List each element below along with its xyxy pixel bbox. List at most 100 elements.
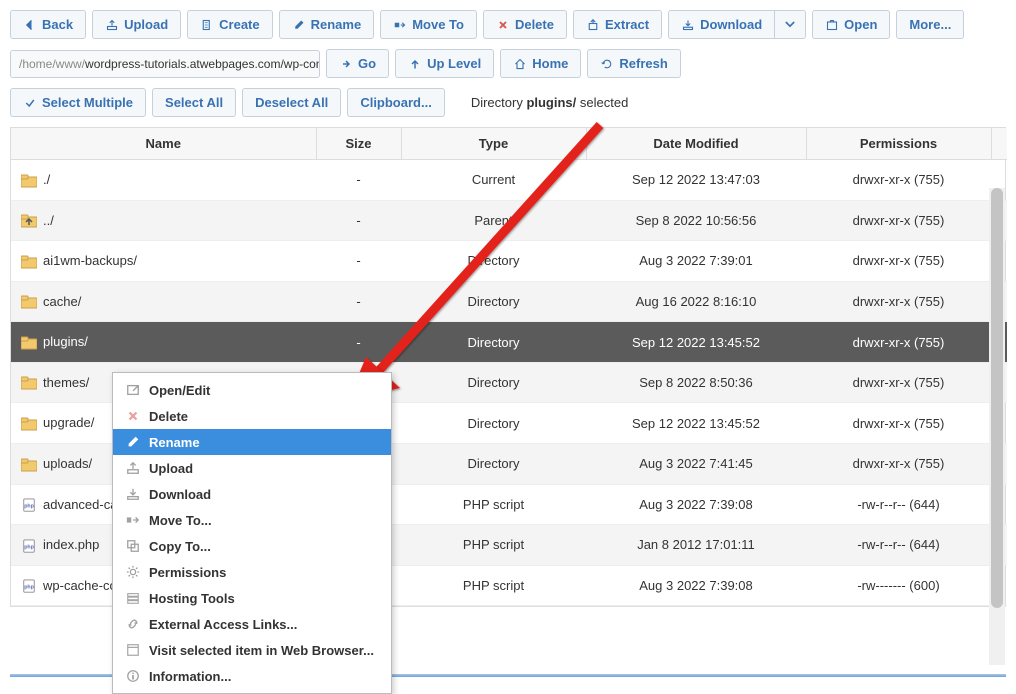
status-selected: plugins/ — [526, 95, 576, 110]
home-button[interactable]: Home — [500, 49, 581, 78]
create-icon — [200, 18, 214, 32]
ctx-upload[interactable]: Upload — [113, 455, 391, 481]
ctx-move[interactable]: Move To... — [113, 507, 391, 533]
select-all-button[interactable]: Select All — [152, 88, 236, 117]
scrollbar-track[interactable] — [989, 188, 1005, 665]
file-perms: drwxr-xr-x (755) — [806, 362, 991, 403]
file-perms: drwxr-xr-x (755) — [806, 281, 991, 322]
file-modified: Sep 12 2022 13:47:03 — [586, 160, 806, 201]
ctx-copy[interactable]: Copy To... — [113, 533, 391, 559]
delete-button[interactable]: Delete — [483, 10, 567, 39]
create-button[interactable]: Create — [187, 10, 272, 39]
file-modified: Aug 16 2022 8:16:10 — [586, 281, 806, 322]
svg-text:php: php — [24, 544, 34, 550]
download-button[interactable]: Download — [668, 10, 775, 39]
ctx-open[interactable]: Open/Edit — [113, 377, 391, 403]
move-to-button[interactable]: Move To — [380, 10, 477, 39]
go-button[interactable]: Go — [326, 49, 389, 78]
col-permissions[interactable]: Permissions — [806, 128, 991, 160]
rename-button[interactable]: Rename — [279, 10, 375, 39]
path-rest: wordpress-tutorials.atwebpages.com/wp-co… — [85, 57, 320, 71]
move-to-label: Move To — [412, 17, 464, 32]
table-row[interactable]: ./-CurrentSep 12 2022 13:47:03drwxr-xr-x… — [11, 160, 1007, 201]
hosting-icon — [125, 590, 141, 606]
scrollbar-thumb[interactable] — [991, 188, 1003, 608]
rename-label: Rename — [311, 17, 362, 32]
ctx-link[interactable]: External Access Links... — [113, 611, 391, 637]
file-perms: -rw-r--r-- (644) — [806, 525, 991, 566]
file-perms: drwxr-xr-x (755) — [806, 443, 991, 484]
folder-icon — [21, 458, 37, 472]
deselect-all-button[interactable]: Deselect All — [242, 88, 341, 117]
rename-icon — [125, 434, 141, 450]
open-button[interactable]: Open — [812, 10, 890, 39]
home-label: Home — [532, 56, 568, 71]
open-icon — [125, 382, 141, 398]
ctx-hosting[interactable]: Hosting Tools — [113, 585, 391, 611]
col-modified[interactable]: Date Modified — [586, 128, 806, 160]
file-name: cache/ — [43, 294, 81, 309]
download-label: Download — [700, 17, 762, 32]
copy-icon — [125, 538, 141, 554]
col-name[interactable]: Name — [11, 128, 316, 160]
arrow-left-icon — [23, 18, 37, 32]
table-row[interactable]: cache/-DirectoryAug 16 2022 8:16:10drwxr… — [11, 281, 1007, 322]
ctx-info[interactable]: Information... — [113, 663, 391, 689]
go-label: Go — [358, 56, 376, 71]
context-menu: Open/Edit Delete RenameUpload Download Move … — [112, 372, 392, 694]
file-type: PHP script — [401, 484, 586, 525]
ctx-rename[interactable]: Rename — [113, 429, 391, 455]
folder-icon — [21, 336, 37, 350]
select-toolbar: Select Multiple Select All Deselect All … — [10, 88, 1006, 117]
col-type[interactable]: Type — [401, 128, 586, 160]
caret-down-icon — [783, 18, 797, 32]
info-icon — [125, 668, 141, 684]
table-row[interactable]: plugins/-DirectorySep 12 2022 13:45:52dr… — [11, 322, 1007, 363]
refresh-button[interactable]: Refresh — [587, 49, 680, 78]
upload-icon — [105, 18, 119, 32]
select-multiple-button[interactable]: Select Multiple — [10, 88, 146, 117]
path-prefix: /home/www/ — [19, 57, 85, 71]
upload-button[interactable]: Upload — [92, 10, 181, 39]
file-modified: Aug 3 2022 7:41:45 — [586, 443, 806, 484]
more-label: More... — [909, 17, 951, 32]
extract-icon — [586, 18, 600, 32]
select-all-label: Select All — [165, 95, 223, 110]
col-size[interactable]: Size — [316, 128, 401, 160]
ctx-gear[interactable]: Permissions — [113, 559, 391, 585]
download-group: Download — [668, 10, 806, 39]
ctx-delete[interactable]: Delete — [113, 403, 391, 429]
back-button[interactable]: Back — [10, 10, 86, 39]
file-size: - — [316, 281, 401, 322]
path-input[interactable]: /home/www/wordpress-tutorials.atwebpages… — [10, 50, 320, 78]
ctx-browser[interactable]: Visit selected item in Web Browser... — [113, 637, 391, 663]
extract-button[interactable]: Extract — [573, 10, 662, 39]
folder-icon — [21, 174, 37, 188]
file-size: - — [316, 322, 401, 363]
path-toolbar: /home/www/wordpress-tutorials.atwebpages… — [10, 49, 1006, 78]
more-button[interactable]: More... — [896, 10, 964, 39]
file-name: ai1wm-backups/ — [43, 253, 137, 268]
file-modified: Aug 3 2022 7:39:08 — [586, 565, 806, 606]
file-type: Directory — [401, 443, 586, 484]
ctx-download[interactable]: Download — [113, 481, 391, 507]
move-icon — [393, 18, 407, 32]
pencil-icon — [292, 18, 306, 32]
arrow-up-icon — [408, 57, 422, 71]
table-row[interactable]: ai1wm-backups/-DirectoryAug 3 2022 7:39:… — [11, 241, 1007, 282]
file-perms: -rw-r--r-- (644) — [806, 484, 991, 525]
clipboard-button[interactable]: Clipboard... — [347, 88, 445, 117]
file-name: ./ — [43, 172, 50, 187]
ctx-item-label: Hosting Tools — [149, 591, 235, 606]
ctx-item-label: Open/Edit — [149, 383, 210, 398]
up-level-button[interactable]: Up Level — [395, 49, 494, 78]
folder-up-icon — [21, 214, 37, 228]
download-caret-button[interactable] — [775, 10, 806, 39]
file-type: PHP script — [401, 525, 586, 566]
table-row[interactable]: ../-ParentSep 8 2022 10:56:56drwxr-xr-x … — [11, 200, 1007, 241]
file-type: PHP script — [401, 565, 586, 606]
file-modified: Sep 8 2022 10:56:56 — [586, 200, 806, 241]
ctx-item-label: Delete — [149, 409, 188, 424]
download-icon — [681, 18, 695, 32]
ctx-item-label: Download — [149, 487, 211, 502]
